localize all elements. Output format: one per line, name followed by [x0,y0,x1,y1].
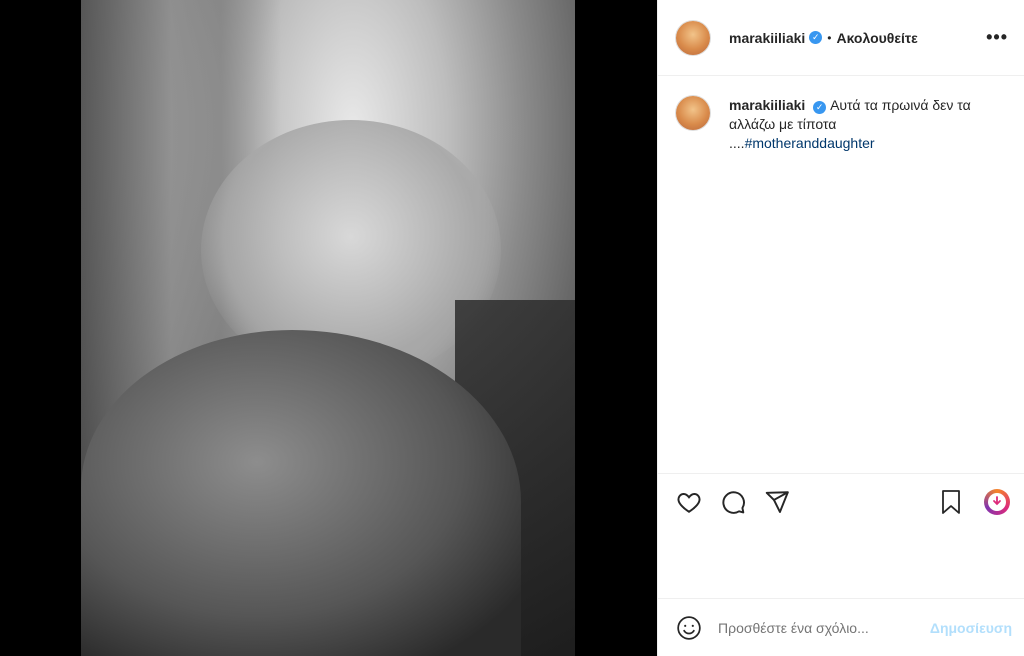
post-comment-button[interactable]: Δημοσίευση [930,620,1012,636]
follow-separator: • [827,30,832,45]
caption-text: marakiiliaki ✓ Αυτά τα πρωινά δεν τα αλλ… [729,96,984,153]
follow-status-button[interactable]: Ακολουθείτε [836,30,917,46]
caption-avatar[interactable] [676,96,710,130]
action-bar [658,473,1024,529]
post-side-panel: marakiiliaki ✓ • Ακολουθείτε ••• marakii… [657,0,1024,656]
share-icon[interactable] [764,489,790,515]
more-options-button[interactable]: ••• [986,27,1008,48]
comment-icon[interactable] [720,489,746,515]
verified-badge-icon: ✓ [809,31,823,44]
post-photo[interactable] [81,0,575,656]
comment-bar: Δημοσίευση [658,598,1024,656]
caption-verified-badge-icon: ✓ [813,101,827,114]
caption-username[interactable]: marakiiliaki [729,97,805,113]
post-header: marakiiliaki ✓ • Ακολουθείτε ••• [658,0,1024,76]
caption-hashtag[interactable]: #motheranddaughter [745,135,875,151]
bookmark-icon[interactable] [938,489,964,515]
avatar[interactable] [676,20,710,55]
heart-icon[interactable] [676,489,702,515]
comment-input[interactable] [718,619,930,636]
caption: marakiiliaki ✓ Αυτά τα πρωινά δεν τα αλλ… [658,76,1024,153]
igtv-icon[interactable] [984,488,1010,515]
header-username[interactable]: marakiiliaki [729,30,805,46]
emoji-icon[interactable] [676,615,702,641]
media-area [0,0,657,656]
igtv-icon-inner [988,492,1006,511]
